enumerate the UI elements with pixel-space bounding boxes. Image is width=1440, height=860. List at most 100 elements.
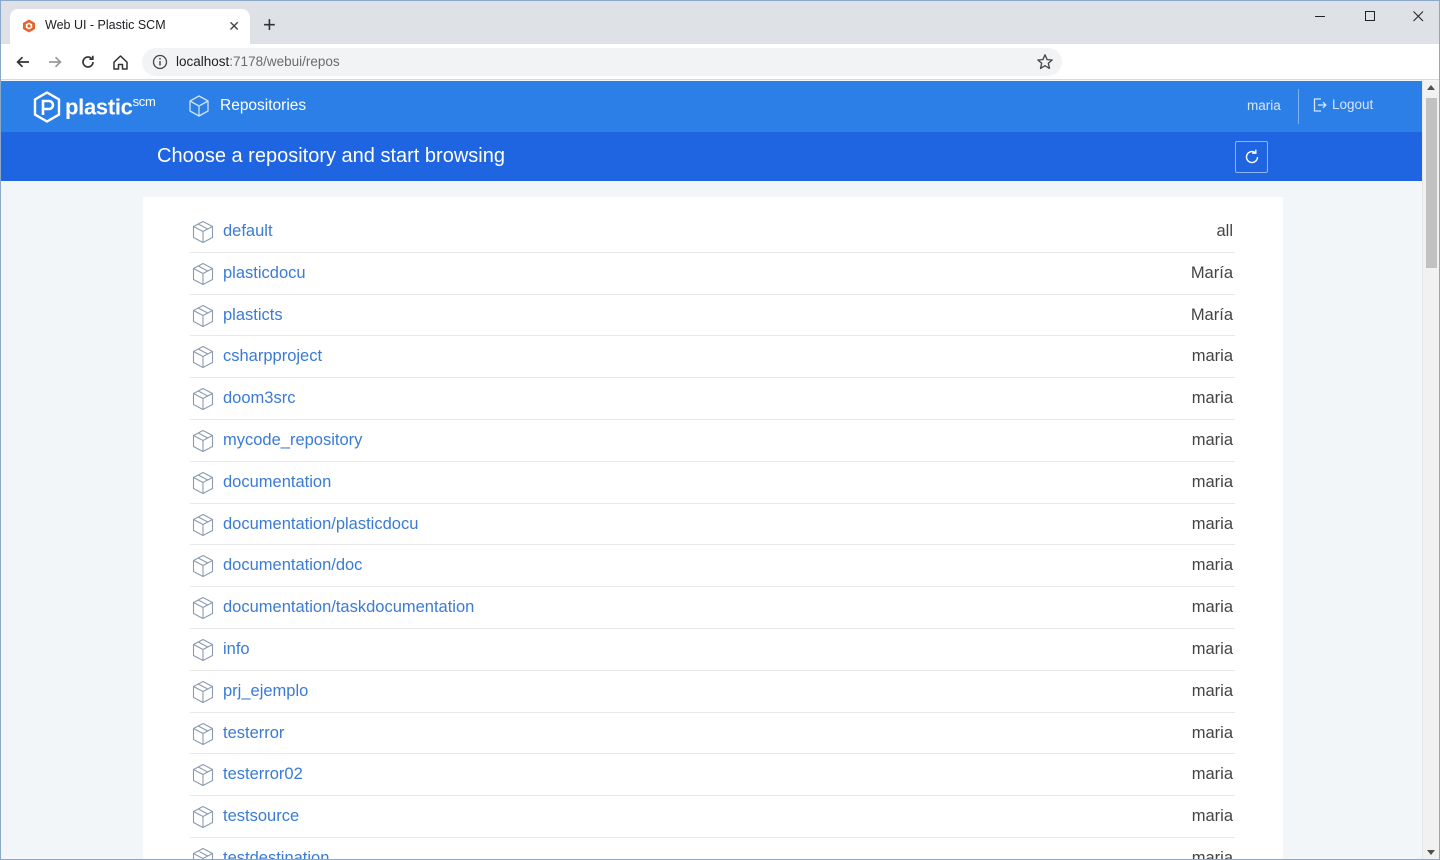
repository-name-link[interactable]: documentation/taskdocumentation (223, 598, 474, 617)
repository-name-link[interactable]: testsource (223, 807, 299, 826)
forward-button[interactable] (43, 50, 67, 74)
repository-name-link[interactable]: documentation/plasticdocu (223, 515, 418, 534)
plastic-logo[interactable]: plasticscm (33, 91, 156, 123)
page-scrollbar[interactable] (1422, 81, 1439, 859)
repository-cube-icon (192, 806, 214, 829)
repository-row[interactable]: csharpproject maria (190, 336, 1235, 379)
repository-name-link[interactable]: documentation/doc (223, 556, 362, 575)
user-name: maria (1247, 98, 1281, 113)
repository-cube-icon (192, 471, 214, 494)
page-title: Choose a repository and start browsing (157, 145, 505, 167)
repository-row[interactable]: testerror02 maria (190, 754, 1235, 797)
repository-owner: maria (1191, 807, 1233, 826)
repository-owner: maria (1191, 347, 1233, 366)
repository-row[interactable]: testsource maria (190, 796, 1235, 838)
page-subheader: Choose a repository and start browsing (1, 132, 1422, 181)
logo-text: plasticscm (65, 94, 156, 120)
plastic-favicon-icon (23, 19, 35, 33)
repository-cube-icon (192, 638, 214, 662)
logout-button[interactable]: Logout (1313, 97, 1373, 112)
repository-row[interactable]: mycode_repository maria (190, 420, 1235, 462)
repository-list: default all plasticdocu María plasticts María… (190, 211, 1235, 860)
browser-toolbar: localhost:7178/webui/repos (1, 44, 1439, 80)
repository-row[interactable]: testdestination maria (190, 838, 1235, 860)
url-text[interactable]: localhost:7178/webui/repos (176, 54, 340, 69)
tab-close-icon[interactable]: ✕ (228, 18, 240, 34)
repository-row[interactable]: doom3src maria (190, 378, 1235, 420)
repository-row[interactable]: default all (190, 211, 1235, 253)
repository-owner: maria (1191, 681, 1233, 700)
repository-owner: maria (1191, 848, 1233, 860)
home-button[interactable] (108, 50, 132, 74)
repository-cube-icon (192, 304, 214, 327)
maximize-icon (1364, 10, 1375, 21)
repository-owner: maria (1191, 598, 1233, 617)
info-icon[interactable] (152, 54, 168, 70)
bookmark-star-icon[interactable] (1036, 53, 1054, 71)
repository-name-link[interactable]: plasticts (223, 306, 283, 325)
repository-row[interactable]: documentation/doc maria (190, 545, 1235, 588)
repository-cube-icon (192, 680, 214, 703)
repository-name-link[interactable]: testdestination (223, 849, 329, 859)
url-host: localhost (176, 54, 230, 69)
scroll-down-arrow-icon[interactable] (1427, 850, 1435, 855)
app-header: plasticscm Repositories maria Logout (1, 81, 1422, 132)
tab-title: Web UI - Plastic SCM (45, 18, 166, 32)
repository-row[interactable]: documentation maria (190, 462, 1235, 504)
repository-name-link[interactable]: mycode_repository (223, 431, 362, 450)
logout-label: Logout (1332, 97, 1374, 112)
repository-owner: maria (1191, 556, 1233, 575)
repository-name-link[interactable]: documentation (223, 473, 331, 492)
repository-owner: maria (1191, 639, 1233, 658)
reload-button[interactable] (76, 50, 100, 74)
repository-row[interactable]: plasticdocu María (190, 253, 1235, 295)
new-tab-button[interactable]: + (263, 14, 276, 36)
url-path: :7178/webui/repos (229, 54, 340, 69)
browser-window: Web UI - Plastic SCM ✕ + localhost:7178/… (0, 0, 1440, 860)
address-bar[interactable]: localhost:7178/webui/repos (142, 48, 1062, 76)
repository-owner: all (1216, 222, 1233, 240)
repository-name-link[interactable]: prj_ejemplo (223, 682, 308, 701)
repository-name-link[interactable]: default (223, 222, 273, 241)
repository-cube-icon (192, 555, 214, 578)
nav-repositories[interactable]: Repositories (187, 94, 306, 118)
repository-cube-icon (192, 597, 214, 620)
repository-row[interactable]: prj_ejemplo maria (190, 671, 1235, 713)
repository-cube-icon (192, 220, 214, 244)
repository-cube-icon (189, 95, 209, 117)
scroll-thumb[interactable] (1426, 98, 1437, 268)
repository-cube-icon (192, 847, 214, 859)
minimize-icon (1314, 15, 1325, 17)
logo-text-suffix: scm (132, 93, 156, 109)
repository-name-link[interactable]: doom3src (223, 389, 295, 408)
repository-cube-icon (192, 513, 214, 536)
scroll-up-arrow-icon[interactable] (1427, 85, 1435, 90)
repository-card: default all plasticdocu María plasticts María… (143, 197, 1283, 860)
repository-row[interactable]: info maria (190, 629, 1235, 671)
repository-row[interactable]: plasticts María (190, 295, 1235, 337)
back-button[interactable] (11, 50, 35, 74)
browser-tab[interactable]: Web UI - Plastic SCM ✕ (10, 9, 250, 44)
logo-text-main: plastic (65, 94, 133, 120)
header-divider (1298, 89, 1299, 124)
plastic-logo-icon (33, 91, 61, 123)
logout-icon (1313, 97, 1327, 112)
window-maximize-button[interactable] (1346, 1, 1394, 31)
refresh-button[interactable] (1235, 141, 1268, 173)
repository-name-link[interactable]: plasticdocu (223, 264, 306, 283)
repository-name-link[interactable]: testerror02 (223, 765, 303, 784)
repository-name-link[interactable]: testerror (223, 724, 284, 743)
window-minimize-button[interactable] (1296, 1, 1344, 31)
repository-row[interactable]: testerror maria (190, 713, 1235, 755)
repository-owner: maria (1191, 430, 1233, 449)
repository-name-link[interactable]: csharpproject (223, 347, 322, 366)
repository-owner: María (1190, 305, 1233, 324)
repository-owner: maria (1191, 723, 1233, 742)
repository-owner: maria (1191, 389, 1233, 408)
repository-row[interactable]: documentation/taskdocumentation maria (190, 587, 1235, 629)
repository-owner: maria (1191, 765, 1233, 784)
repository-name-link[interactable]: info (223, 640, 250, 659)
window-close-button[interactable] (1394, 1, 1439, 31)
repository-row[interactable]: documentation/plasticdocu maria (190, 504, 1235, 546)
repository-cube-icon (192, 764, 214, 787)
